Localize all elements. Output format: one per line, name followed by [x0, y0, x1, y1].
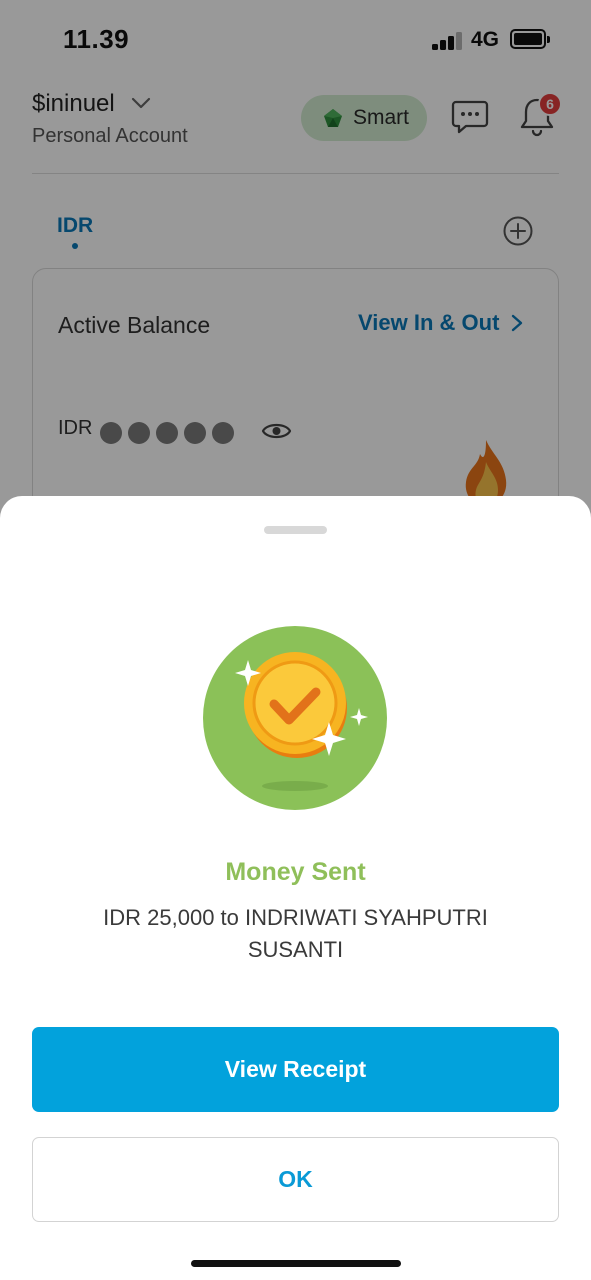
home-indicator[interactable] — [191, 1260, 401, 1267]
ok-button[interactable]: OK — [32, 1137, 559, 1222]
money-sent-bottom-sheet: Money Sent IDR 25,000 to INDRIWATI SYAHP… — [0, 496, 591, 1280]
view-receipt-button[interactable]: View Receipt — [32, 1027, 559, 1112]
sheet-drag-handle[interactable] — [264, 526, 327, 534]
coin-check-icon — [203, 626, 387, 810]
money-sent-title: Money Sent — [225, 858, 366, 886]
transfer-summary: IDR 25,000 to INDRIWATI SYAHPUTRI SUSANT… — [103, 905, 488, 962]
